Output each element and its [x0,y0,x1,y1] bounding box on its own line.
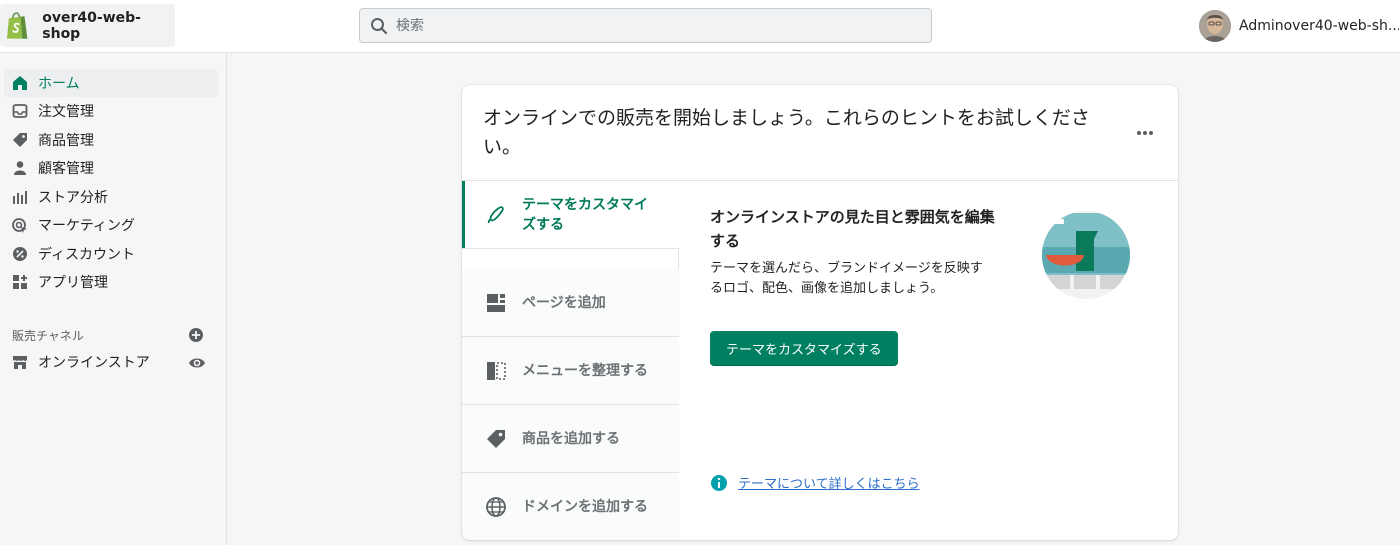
store-icon [10,352,30,372]
setup-guide-card: オンラインでの販売を開始しましょう。これらのヒントをお試しください。 テーマをカ… [462,85,1178,540]
tab-add-domain[interactable]: ドメインを追加する [462,473,679,540]
avatar [1199,10,1231,42]
bar-chart-icon [10,187,30,207]
sidebar-item-label: 顧客管理 [38,161,94,177]
target-icon [10,215,30,235]
search-input[interactable] [396,17,896,34]
user-menu[interactable]: Adminover40-web-sh... [1199,10,1399,42]
sidebar-item-label: アプリ管理 [38,275,108,291]
card-title: オンラインでの販売を開始しましょう。これらのヒントをお試しください。 [483,107,1090,158]
sidebar-item-marketing[interactable]: マーケティング [4,211,218,239]
theme-illustration [1042,211,1130,299]
more-options-icon[interactable] [1134,123,1156,143]
discount-icon [10,244,30,264]
tab-label: 商品を追加する [522,430,620,447]
add-sales-channel-icon[interactable] [188,327,204,343]
menu-columns-icon [487,361,506,380]
sidebar-item-online-store[interactable]: オンラインストア [4,348,218,376]
search-icon [371,17,388,34]
tag-icon [487,429,505,448]
search-bar[interactable] [359,8,932,43]
tab-add-page[interactable]: ページを追加 [462,269,679,337]
user-name: Adminover40-web-sh... [1239,18,1399,34]
shopify-bag-icon [6,11,28,39]
store-name: over40-web-shop [42,9,141,42]
sidebar-item-discounts[interactable]: ディスカウント [4,240,218,268]
tab-label: ページを追加 [522,294,606,311]
eye-icon[interactable] [188,354,206,372]
theme-help-link[interactable]: テーマについて詳しくはこちら [738,473,920,492]
tag-icon [10,130,30,150]
sidebar-item-customers[interactable]: 顧客管理 [4,154,218,182]
globe-icon [486,496,506,517]
sidebar-item-label: ディスカウント [38,247,136,263]
sidebar-item-label: ホーム [38,76,80,92]
content-title: オンラインストアの見た目と雰囲気を編集する [710,208,995,250]
sidebar-item-label: 商品管理 [38,133,94,149]
top-bar: over40-web-shop Adminover40-web-sh... [0,0,1400,53]
home-icon [10,73,30,93]
sidebar-item-apps[interactable]: アプリ管理 [4,268,218,296]
info-icon [711,474,727,491]
sidebar-item-label: 注文管理 [38,104,94,120]
sidebar: ホーム 注文管理 商品管理 顧客管理 ストア分析 マーケティング ディスカウント… [0,53,227,545]
store-switcher[interactable]: over40-web-shop [0,4,175,47]
apps-icon [10,272,30,292]
tab-add-product[interactable]: 商品を追加する [462,405,679,473]
tab-label: メニューを整理する [522,362,648,379]
sidebar-item-orders[interactable]: 注文管理 [4,97,218,125]
tips-tab-list: テーマをカスタマイズする ページを追加 メニューを整理する 商品を追加する ドメ… [462,181,680,540]
sales-channels-heading: 販売チャネル [12,329,84,343]
help-link-row: テーマについて詳しくはこちら [710,473,920,492]
sidebar-item-label: オンラインストア [38,355,150,371]
tab-customize-theme[interactable]: テーマをカスタマイズする [462,181,680,249]
tab-label: ドメインを追加する [522,498,648,515]
sidebar-item-label: マーケティング [38,218,135,234]
tab-label: テーマをカスタマイズする [522,196,648,233]
inbox-icon [10,101,30,121]
sidebar-item-products[interactable]: 商品管理 [4,126,218,154]
tab-organize-menu[interactable]: メニューを整理する [462,337,679,405]
sidebar-item-home[interactable]: ホーム [4,69,218,97]
page-layout-icon [487,293,505,312]
avatar-image [1199,10,1231,42]
card-header: オンラインでの販売を開始しましょう。これらのヒントをお試しください。 [462,85,1178,181]
person-icon [10,158,30,178]
brush-icon [487,205,504,223]
customize-theme-button[interactable]: テーマをカスタマイズする [710,331,898,366]
content-description: テーマを選んだら、ブランドイメージを反映するロゴ、配色、画像を追加しましょう。 [710,261,983,296]
sidebar-item-label: ストア分析 [38,190,108,206]
sidebar-item-analytics[interactable]: ストア分析 [4,183,218,211]
